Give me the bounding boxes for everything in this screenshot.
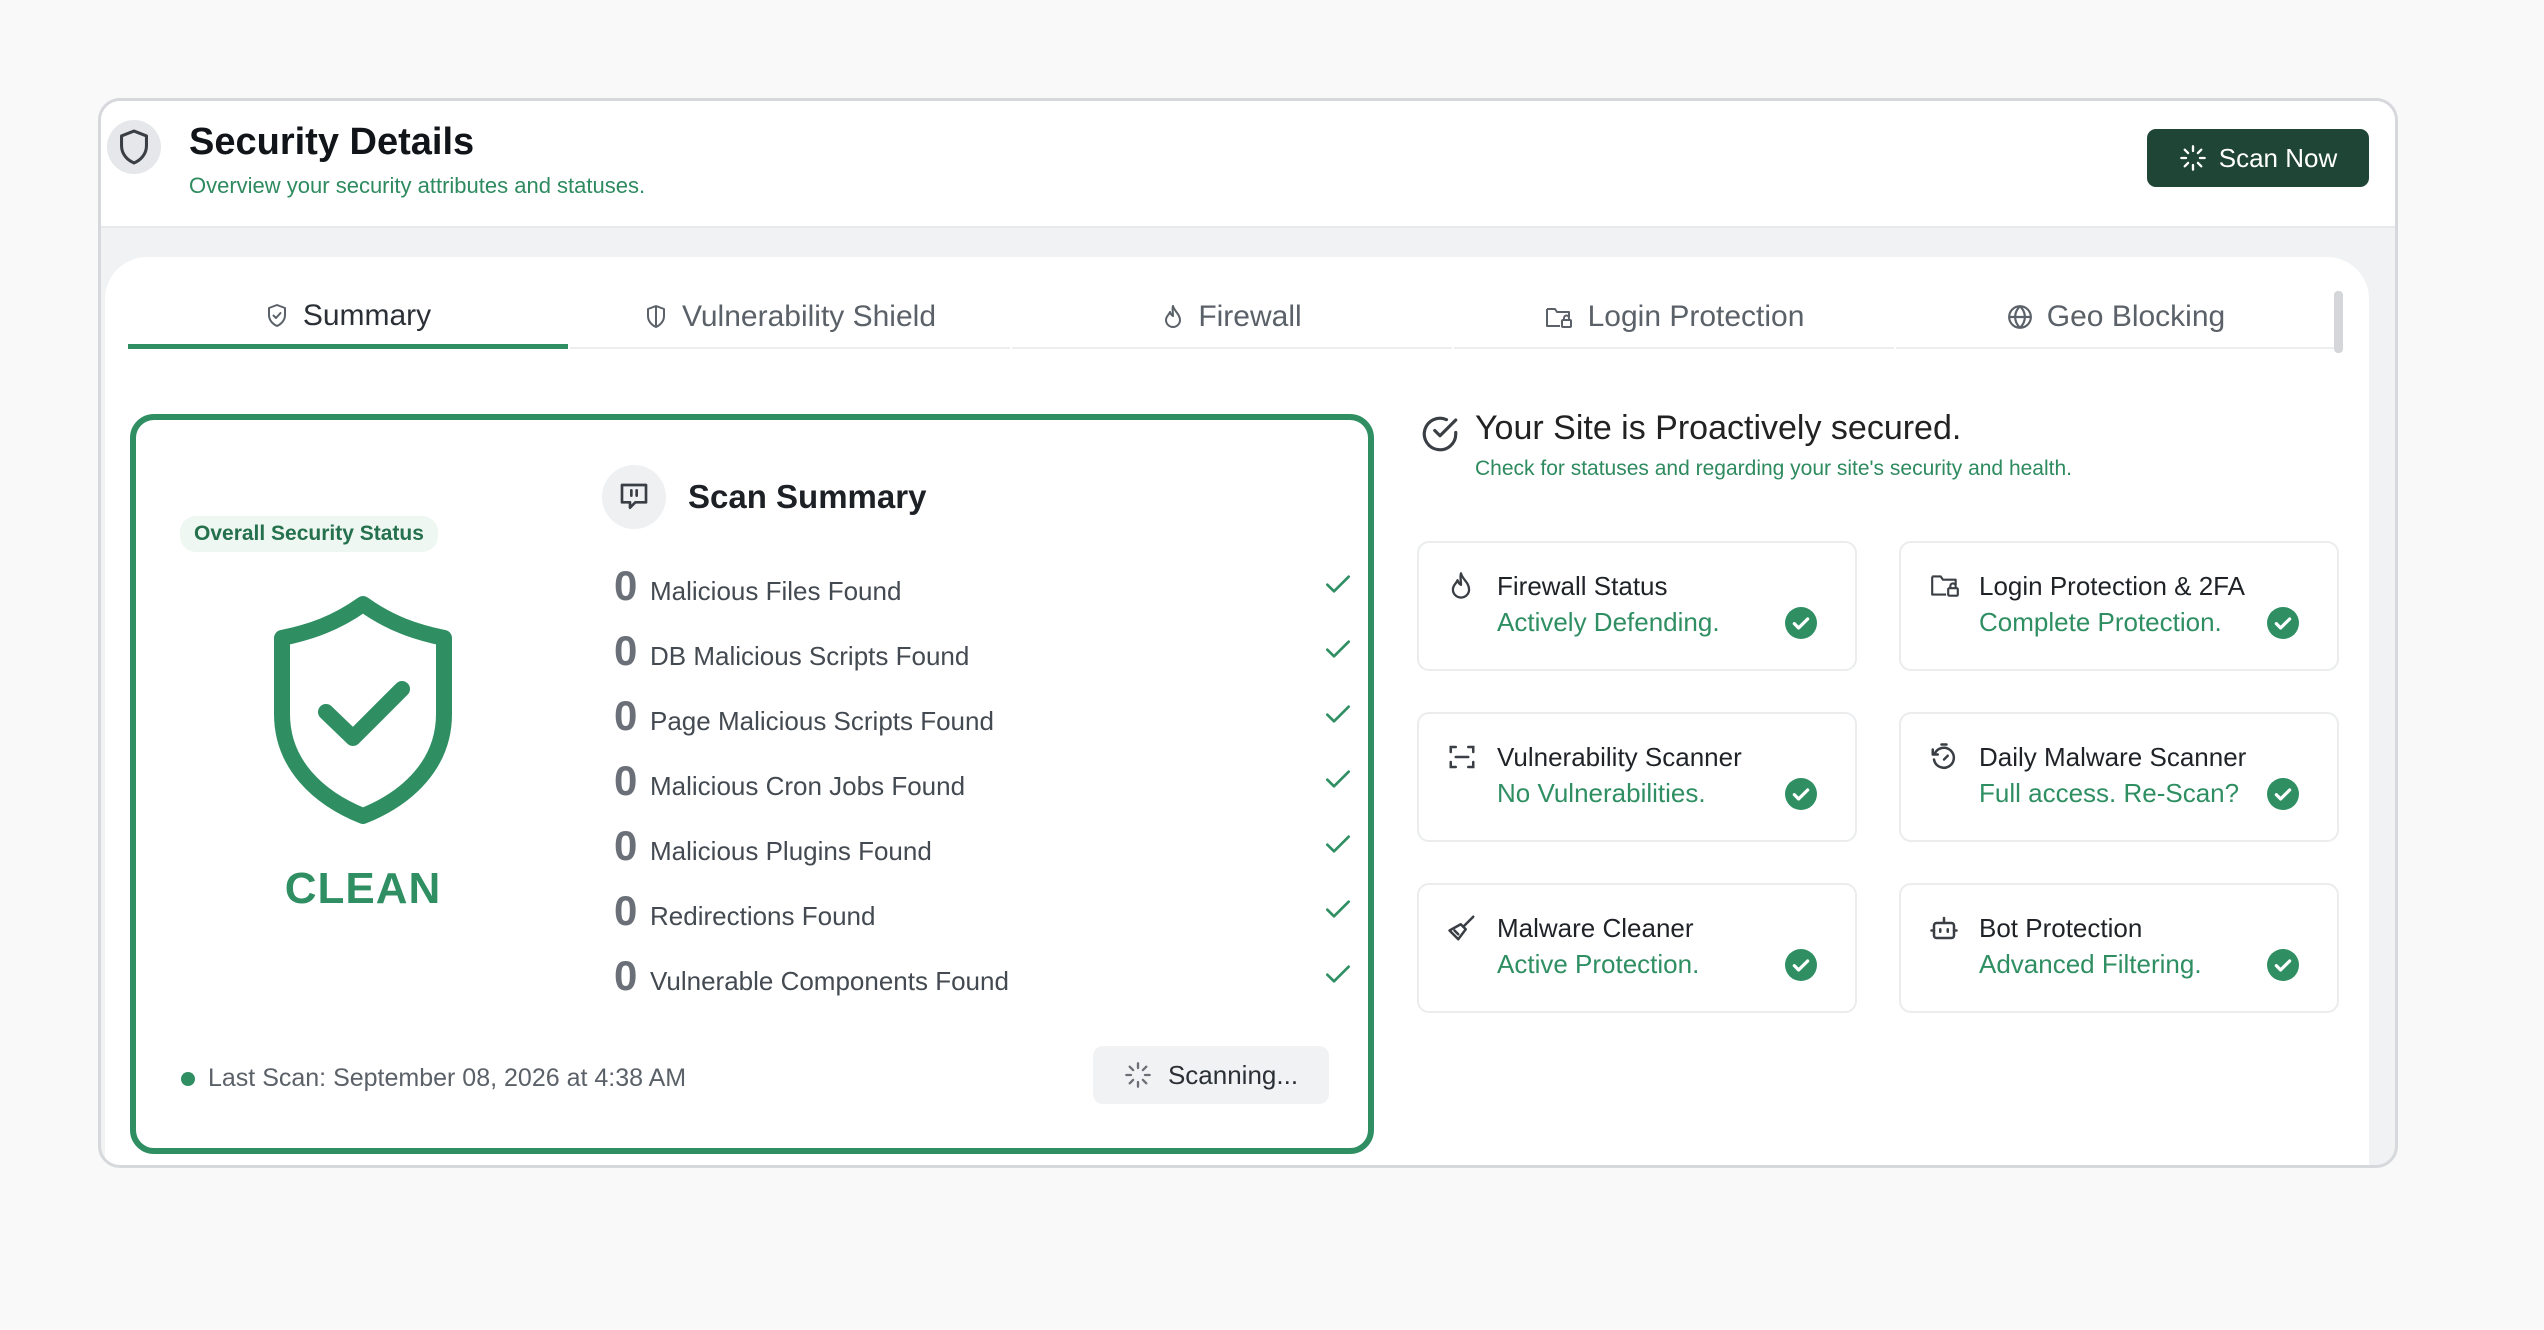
result-label: Malicious Plugins Found (650, 836, 932, 866)
feature-status: No Vulnerabilities. (1497, 778, 1706, 808)
feature-card-vulnerability-scanner[interactable]: Vulnerability Scanner No Vulnerabilities… (1417, 712, 1857, 842)
loader-icon (2179, 145, 2206, 171)
tab-scroll-handle[interactable] (2334, 291, 2343, 353)
tab-vulnerability-shield[interactable]: Vulnerability Shield (570, 287, 1010, 349)
feature-card-bot-protection[interactable]: Bot Protection Advanced Filtering. (1899, 883, 2339, 1013)
circle-check-icon (1422, 416, 1458, 452)
result-count: 0 (614, 627, 638, 674)
check-icon (1326, 770, 1350, 788)
check-icon (1326, 835, 1350, 853)
flame-icon (1451, 572, 1471, 599)
bot-icon (1930, 916, 1958, 940)
feature-card-login-protection[interactable]: Login Protection & 2FA Complete Protecti… (1899, 541, 2339, 671)
list-item: 0 DB Malicious Scripts Found (614, 627, 1354, 687)
shield-check-icon (267, 303, 286, 327)
list-item: 0 Redirections Found (614, 887, 1354, 947)
result-label: DB Malicious Scripts Found (650, 641, 970, 671)
feature-title: Vulnerability Scanner (1497, 742, 1742, 772)
check-circle-icon (1785, 607, 1817, 639)
result-count: 0 (614, 562, 638, 609)
result-label: Malicious Files Found (650, 576, 902, 606)
result-label: Vulnerable Components Found (650, 966, 1009, 996)
page-subtitle: Overview your security attributes and st… (189, 173, 646, 198)
check-icon (1326, 965, 1350, 983)
tab-label: Summary (302, 298, 432, 332)
check-circle-icon (1785, 949, 1817, 981)
feature-card-malware-cleaner[interactable]: Malware Cleaner Active Protection. (1417, 883, 1857, 1013)
clean-status-label: CLEAN (284, 864, 442, 913)
tab-label: Vulnerability Shield (681, 300, 937, 333)
status-dot (181, 1072, 195, 1086)
check-icon (1326, 575, 1350, 593)
tab-label: Firewall (1198, 300, 1302, 333)
result-count: 0 (614, 887, 638, 934)
flame-icon (1165, 305, 1182, 328)
scanning-button[interactable]: Scanning... (1093, 1046, 1329, 1104)
feature-title: Login Protection & 2FA (1979, 571, 2245, 601)
list-item: 0 Vulnerable Components Found (614, 952, 1354, 1012)
overview-subtitle: Check for statuses and regarding your si… (1475, 457, 2072, 480)
folder-lock-icon (1545, 308, 1572, 328)
feature-title: Firewall Status (1497, 571, 1668, 601)
broom-icon (1448, 915, 1475, 941)
scanning-label: Scanning... (1167, 1059, 1299, 1090)
check-icon (1326, 900, 1350, 918)
feature-title: Daily Malware Scanner (1979, 742, 2247, 772)
check-icon (1326, 640, 1350, 658)
list-item: 0 Malicious Cron Jobs Found (614, 757, 1354, 817)
tab-firewall[interactable]: Firewall (1012, 287, 1452, 349)
feature-status: Advanced Filtering. (1979, 949, 2202, 979)
security-details-card: Security Details Overview your security … (98, 98, 2398, 1168)
tab-summary[interactable]: Summary (128, 287, 568, 349)
card-header: Security Details Overview your security … (101, 101, 2395, 228)
result-count: 0 (614, 692, 638, 739)
feature-status: Active Protection. (1497, 949, 1700, 979)
feature-status: Full access. Re-Scan? (1979, 778, 2240, 808)
feature-title: Bot Protection (1979, 913, 2143, 943)
feature-status: Actively Defending. (1497, 607, 1720, 637)
list-item: 0 Page Malicious Scripts Found (614, 692, 1354, 752)
feature-card-firewall[interactable]: Firewall Status Actively Defending. (1417, 541, 1857, 671)
check-circle-icon (2267, 778, 2299, 810)
shield-icon (107, 120, 161, 174)
tab-geo-blocking[interactable]: Geo Blocking (1896, 287, 2336, 349)
check-icon (1326, 705, 1350, 723)
last-scan-text: Last Scan: September 08, 2026 at 4:38 AM (208, 1064, 687, 1092)
status-badge: Overall Security Status (180, 516, 438, 552)
result-label: Malicious Cron Jobs Found (650, 771, 966, 801)
result-count: 0 (614, 757, 638, 804)
check-circle-icon (2267, 607, 2299, 639)
result-label: Redirections Found (650, 901, 876, 931)
check-circle-icon (1785, 778, 1817, 810)
timer-reset-icon (1931, 743, 1956, 769)
message-alert-icon (602, 465, 666, 529)
scan-now-button[interactable]: Scan Now (2147, 129, 2369, 187)
scan-summary-title: Scan Summary (688, 478, 927, 515)
scan-now-label: Scan Now (2218, 142, 2338, 173)
feature-title: Malware Cleaner (1497, 913, 1694, 943)
page-title: Security Details (189, 121, 475, 163)
feature-card-daily-malware-scanner[interactable]: Daily Malware Scanner Full access. Re-Sc… (1899, 712, 2339, 842)
overview-title: Your Site is Proactively secured. (1475, 409, 1962, 447)
main-panel: Summary Vulnerability Shield Firewall Lo… (105, 257, 2369, 1165)
half-shield-icon (646, 305, 665, 328)
folder-lock-icon (1931, 575, 1959, 597)
result-count: 0 (614, 822, 638, 869)
scan-summary-box: Overall Security Status CLEAN Scan Summa… (130, 414, 1374, 1154)
loader-icon (1125, 1062, 1151, 1088)
globe-icon (2007, 305, 2032, 329)
result-count: 0 (614, 952, 638, 999)
check-circle-icon (2267, 949, 2299, 981)
list-item: 0 Malicious Files Found (614, 562, 1354, 622)
tab-label: Login Protection (1587, 300, 1805, 333)
result-label: Page Malicious Scripts Found (650, 706, 994, 736)
shield-check-icon (266, 594, 460, 831)
tab-label: Geo Blocking (2046, 300, 2226, 333)
tab-bar: Summary Vulnerability Shield Firewall Lo… (128, 287, 2336, 349)
scan-frame-icon (1449, 745, 1475, 769)
feature-status: Complete Protection. (1979, 607, 2222, 637)
list-item: 0 Malicious Plugins Found (614, 822, 1354, 882)
tab-login-protection[interactable]: Login Protection (1454, 287, 1894, 349)
